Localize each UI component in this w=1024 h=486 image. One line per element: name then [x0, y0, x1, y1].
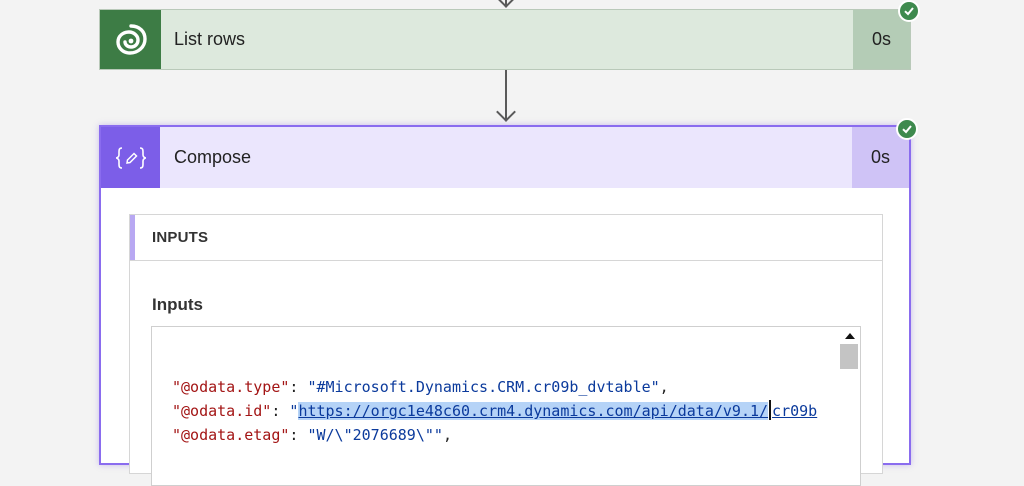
code-lines: "@odata.type": "#Microsoft.Dynamics.CRM.… — [172, 375, 817, 447]
arrowhead-middle — [496, 102, 516, 122]
vertical-scrollbar[interactable] — [838, 327, 860, 485]
step-card-list-rows[interactable]: List rows 0s — [99, 9, 911, 70]
compose-header[interactable]: Compose 0s — [101, 127, 909, 188]
success-check-icon — [896, 118, 918, 140]
code-key: "@odata.etag" — [172, 426, 290, 444]
scroll-up-arrow-icon[interactable] — [845, 333, 855, 339]
code-line-2: "@odata.id": "https://orgc1e48c60.crm4.d… — [172, 400, 817, 420]
list-rows-icon-box — [100, 10, 161, 69]
scroll-thumb[interactable] — [840, 344, 858, 369]
step-card-compose[interactable]: Compose 0s INPUTS Inputs "@odata.type": … — [99, 125, 911, 486]
inputs-section-label: INPUTS — [152, 229, 209, 246]
success-check-icon — [898, 0, 920, 22]
compose-icon — [115, 146, 146, 169]
code-key: "@odata.id" — [172, 402, 272, 420]
dataverse-icon — [115, 23, 147, 55]
inputs-code-viewer[interactable]: "@odata.type": "#Microsoft.Dynamics.CRM.… — [151, 326, 861, 486]
compose-title: Compose — [174, 147, 252, 167]
inputs-panel: INPUTS Inputs "@odata.type": "#Microsoft… — [129, 214, 883, 486]
odata-id-link-rest[interactable]: cr09b — [772, 402, 817, 420]
arrowhead-top — [496, 0, 516, 8]
code-key: "@odata.type" — [172, 378, 290, 396]
list-rows-title: List rows — [174, 29, 246, 49]
code-value: "W/\"2076689\"" — [307, 426, 443, 444]
inputs-field-label: Inputs — [152, 295, 203, 314]
code-sep: : — [289, 378, 308, 396]
code-value: "#Microsoft.Dynamics.CRM.cr09b_dvtable" — [307, 378, 660, 396]
compose-icon-box — [101, 127, 160, 188]
code-line-3: "@odata.etag": "W/\"2076689\"", — [172, 426, 452, 444]
code-tail: , — [659, 378, 669, 396]
code-tail: , — [442, 426, 452, 444]
inputs-section-header[interactable]: INPUTS — [130, 215, 882, 261]
code-sep: : — [289, 426, 308, 444]
text-caret — [769, 400, 772, 420]
inputs-accent-bar — [130, 215, 135, 260]
odata-id-link-selected[interactable]: https://orgc1e48c60.crm4.dynamics.com/ap… — [298, 402, 769, 420]
code-sep: : — [271, 402, 290, 420]
code-line-1: "@odata.type": "#Microsoft.Dynamics.CRM.… — [172, 378, 669, 396]
